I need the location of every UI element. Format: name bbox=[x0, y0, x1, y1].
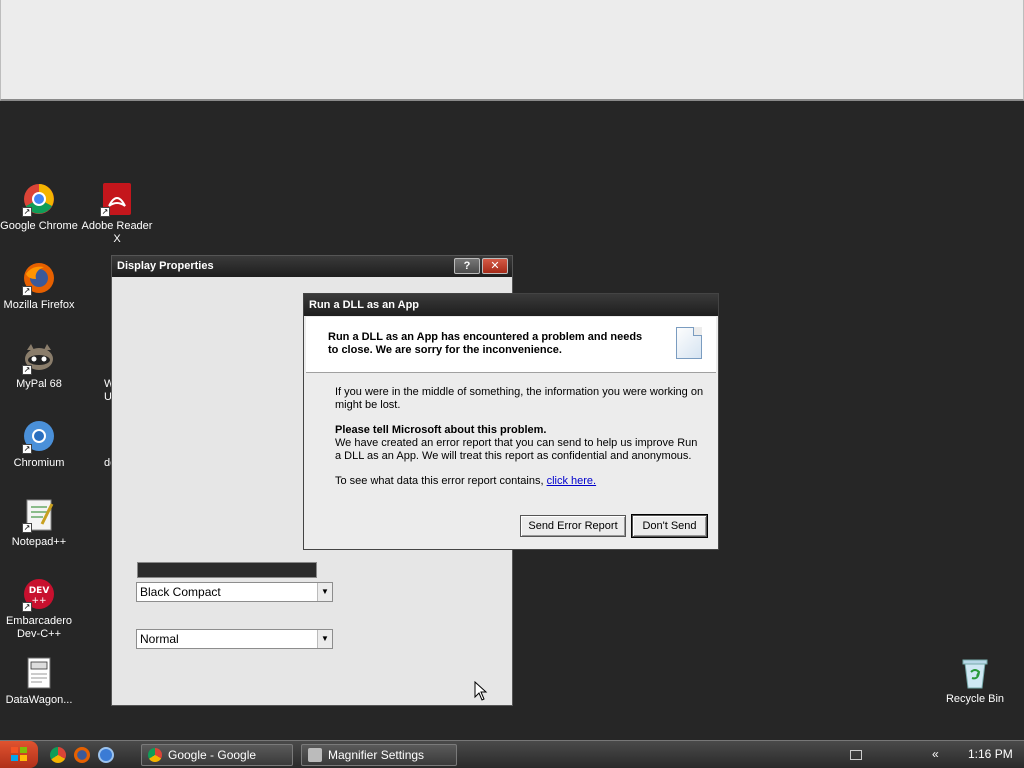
display-properties-titlebar[interactable]: Display Properties ? ✕ bbox=[112, 256, 512, 277]
desktop-icon-recycle-bin[interactable]: Recycle Bin bbox=[938, 656, 1012, 705]
datawagon-icon bbox=[22, 656, 56, 690]
tell-microsoft-heading: Please tell Microsoft about this problem… bbox=[335, 424, 547, 436]
mypal-raccoon-icon: ↗ bbox=[22, 340, 56, 375]
system-tray: « 1:16 PM bbox=[844, 741, 1024, 768]
dropdown-value: Normal bbox=[140, 632, 179, 646]
chevron-down-icon[interactable]: ▼ bbox=[317, 583, 332, 601]
desktop-icon-label: Google Chrome bbox=[0, 220, 78, 232]
chevron-down-icon[interactable]: ▼ bbox=[317, 630, 332, 648]
taskbar-item-google-chrome[interactable]: Google - Google Chrome bbox=[141, 744, 293, 766]
windows-logo-icon bbox=[11, 747, 27, 761]
error-dialog-titlebar[interactable]: Run a DLL as an App bbox=[304, 294, 718, 316]
magnifier-view bbox=[0, 0, 1024, 101]
send-error-report-button[interactable]: Send Error Report bbox=[520, 515, 626, 537]
taskbar-item-label: Google - Google Chrome bbox=[168, 748, 257, 762]
desktop-icon-mozilla-firefox[interactable]: ↗ Mozilla Firefox bbox=[0, 261, 78, 312]
desktop-icon-label: DataWagon... bbox=[5, 694, 73, 706]
error-paragraph-2: We have created an error report that you… bbox=[335, 437, 698, 462]
keyboard-icon[interactable] bbox=[850, 750, 862, 760]
desktop-icon-adobe-reader[interactable]: ↗ Adobe Reader X bbox=[78, 182, 156, 246]
desktop-icon-notepad-plus-plus[interactable]: ↗ Notepad++ bbox=[0, 498, 78, 549]
dropdown-value: Black Compact bbox=[140, 585, 221, 599]
desktop-icon-label: Adobe Reader X bbox=[81, 220, 153, 245]
desktop-icon-label: MyPal 68 bbox=[16, 378, 62, 390]
desktop-icon-mypal[interactable]: ↗ MyPal 68 bbox=[0, 340, 78, 391]
window-title: Display Properties bbox=[117, 260, 214, 272]
taskbar-item-magnifier-settings[interactable]: Magnifier Settings bbox=[301, 744, 457, 766]
clock[interactable]: 1:16 PM bbox=[968, 741, 1013, 768]
error-dialog: Run a DLL as an App Run a DLL as an App … bbox=[303, 293, 719, 550]
error-header: Run a DLL as an App has encountered a pr… bbox=[306, 317, 716, 373]
taskbar-item-label: Magnifier Settings bbox=[328, 748, 425, 762]
click-here-link[interactable]: click here. bbox=[547, 475, 597, 487]
devcpp-icon: DEV ++ ↗ bbox=[22, 577, 56, 612]
error-details-line: To see what data this error report conta… bbox=[335, 475, 705, 488]
error-body: If you were in the middle of something, … bbox=[335, 386, 705, 500]
desktop-icon-label: Recycle Bin bbox=[945, 693, 1005, 705]
magnifier-icon bbox=[308, 748, 322, 762]
desktop-icon-embarcadero-devcpp[interactable]: DEV ++ ↗ Embarcadero Dev-C++ bbox=[0, 577, 78, 641]
font-size-dropdown[interactable]: Normal ▼ bbox=[136, 629, 333, 649]
svg-text:DEV: DEV bbox=[29, 586, 50, 596]
details-prefix: To see what data this error report conta… bbox=[335, 475, 547, 487]
taskbar: Google - Google Chrome Magnifier Setting… bbox=[0, 740, 1024, 768]
error-paragraph-1: If you were in the middle of something, … bbox=[335, 386, 704, 411]
show-hidden-icons-button[interactable]: « bbox=[932, 741, 939, 768]
desktop-icon-label: Mozilla Firefox bbox=[3, 299, 75, 311]
dialog-title: Run a DLL as an App bbox=[309, 299, 420, 311]
dont-send-button[interactable]: Don't Send bbox=[631, 514, 708, 538]
desktop-icon-datawagon[interactable]: DataWagon... bbox=[0, 656, 78, 707]
help-button[interactable]: ? bbox=[454, 258, 480, 274]
firefox-icon: ↗ bbox=[22, 261, 56, 296]
color-scheme-dropdown[interactable]: Black Compact ▼ bbox=[136, 582, 333, 602]
notepad-plus-plus-icon: ↗ bbox=[22, 498, 56, 533]
chromium-icon: ↗ bbox=[22, 419, 56, 454]
desktop-icon-label: Notepad++ bbox=[11, 536, 67, 548]
chrome-icon: ↗ bbox=[22, 182, 56, 217]
color-preview-bar bbox=[137, 562, 317, 578]
start-button[interactable] bbox=[0, 741, 38, 768]
error-header-message: Run a DLL as an App has encountered a pr… bbox=[328, 331, 643, 356]
desktop-icon-google-chrome[interactable]: ↗ Google Chrome bbox=[0, 182, 78, 233]
recycle-bin-icon bbox=[962, 659, 988, 689]
chrome-icon bbox=[148, 748, 162, 762]
quicklaunch-chrome-icon[interactable] bbox=[50, 747, 66, 763]
document-icon bbox=[676, 327, 702, 359]
quicklaunch-firefox-icon[interactable] bbox=[74, 747, 90, 763]
mouse-cursor-icon bbox=[474, 681, 488, 701]
desktop-icon-label: Embarcadero Dev-C++ bbox=[5, 615, 73, 640]
svg-text:++: ++ bbox=[31, 596, 46, 606]
desktop-icon-chromium[interactable]: ↗ Chromium bbox=[0, 419, 78, 470]
adobe-reader-icon: ↗ bbox=[100, 182, 134, 217]
close-button[interactable]: ✕ bbox=[482, 258, 508, 274]
desktop-icon-label: Chromium bbox=[13, 457, 65, 469]
quicklaunch-ie-icon[interactable] bbox=[98, 747, 114, 763]
